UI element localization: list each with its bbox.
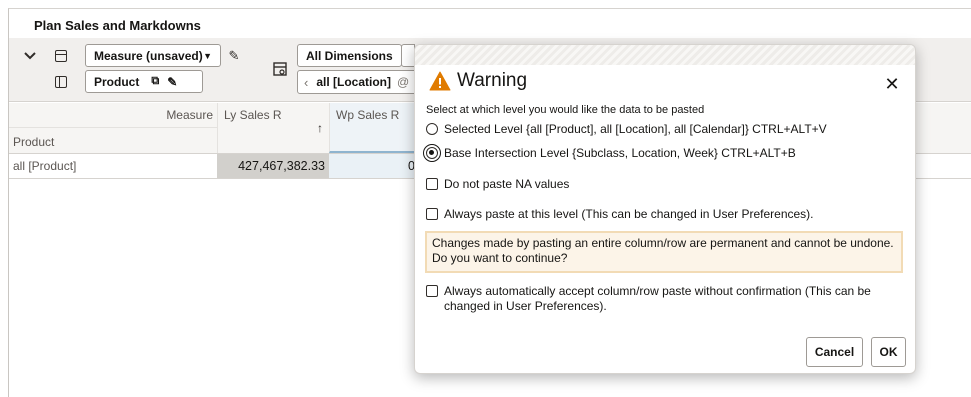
product-header: Product (9, 127, 217, 153)
measure-dropdown-label: Measure (unsaved) (94, 48, 203, 63)
close-icon[interactable]: ✕ (883, 75, 901, 93)
row-label: all [Product] (13, 159, 77, 173)
column-header-label: Ly Sales R (224, 108, 282, 122)
ok-button[interactable]: OK (871, 337, 906, 367)
page-title: Plan Sales and Markdowns (34, 18, 201, 33)
panel-toggle-icon[interactable] (53, 46, 69, 66)
radio-button[interactable] (423, 144, 441, 162)
grid-cell[interactable]: 427,467,382.33 (217, 154, 329, 178)
radio-selected-level[interactable]: Selected Level {all [Product], all [Loca… (426, 122, 827, 136)
checkbox-do-not-paste-na[interactable]: Do not paste NA values (426, 177, 569, 192)
checkbox[interactable] (426, 178, 438, 190)
checkbox-label: Always paste at this level (This can be … (444, 207, 814, 221)
checkbox-label: Do not paste NA values (444, 177, 570, 191)
more-icon[interactable]: @ (397, 75, 409, 89)
sort-ascending-icon[interactable]: ↑ (317, 121, 323, 135)
checkbox-label: Always automatically accept column/row p… (444, 284, 871, 313)
caret-down-icon: ▼ (203, 50, 212, 61)
column-header-label: Wp Sales R (336, 108, 400, 122)
checkbox[interactable] (426, 208, 438, 220)
warning-message: Changes made by pasting an entire column… (425, 231, 903, 273)
dialog-title: Warning (457, 70, 528, 91)
dialog-intro: Select at which level you would like the… (426, 104, 705, 116)
measure-header: Measure (166, 108, 213, 122)
dialog-header: Warning (429, 70, 527, 92)
edit-pencil-icon[interactable]: ✎ (225, 46, 243, 66)
column-header[interactable]: Ly Sales R ↑ (217, 103, 329, 153)
warning-dialog: Warning ✕ Select at which level you woul… (414, 44, 916, 374)
all-dimensions-button[interactable]: All Dimensions (297, 44, 402, 67)
pivot-icon[interactable] (271, 58, 289, 80)
toolbar-button[interactable] (401, 44, 415, 67)
radio-label: Selected Level {all [Product], all [Loca… (444, 122, 827, 136)
checkbox[interactable] (426, 285, 438, 297)
location-selector[interactable]: ‹ all [Location] @ (297, 70, 417, 94)
radio-base-intersection-level[interactable]: Base Intersection Level {Subclass, Locat… (423, 144, 796, 162)
dialog-drag-handle[interactable] (415, 45, 915, 65)
hierarchy-icon[interactable]: ⧉ (151, 75, 159, 88)
measure-dropdown[interactable]: Measure (unsaved) ▼ (85, 44, 221, 67)
column-header[interactable]: Wp Sales R (329, 103, 419, 153)
location-label: all [Location] (316, 75, 392, 89)
warning-icon (429, 71, 451, 91)
radio-label: Base Intersection Level {Subclass, Locat… (444, 146, 796, 160)
product-dimension-label: Product (94, 74, 140, 89)
chevron-down-icon[interactable] (21, 46, 39, 66)
checkbox-auto-accept[interactable]: Always automatically accept column/row p… (426, 284, 906, 314)
grid-cell[interactable]: 0 (329, 154, 419, 178)
radio-button[interactable] (426, 123, 438, 135)
side-panel-icon[interactable] (53, 72, 69, 92)
cancel-button[interactable]: Cancel (806, 337, 863, 367)
checkbox-always-paste-level[interactable]: Always paste at this level (This can be … (426, 207, 814, 222)
chevron-left-icon[interactable]: ‹ (304, 75, 308, 90)
edit-pencil-icon[interactable]: ✎ (167, 75, 177, 89)
product-dimension-button[interactable]: Product ⧉ ✎ (85, 70, 203, 93)
